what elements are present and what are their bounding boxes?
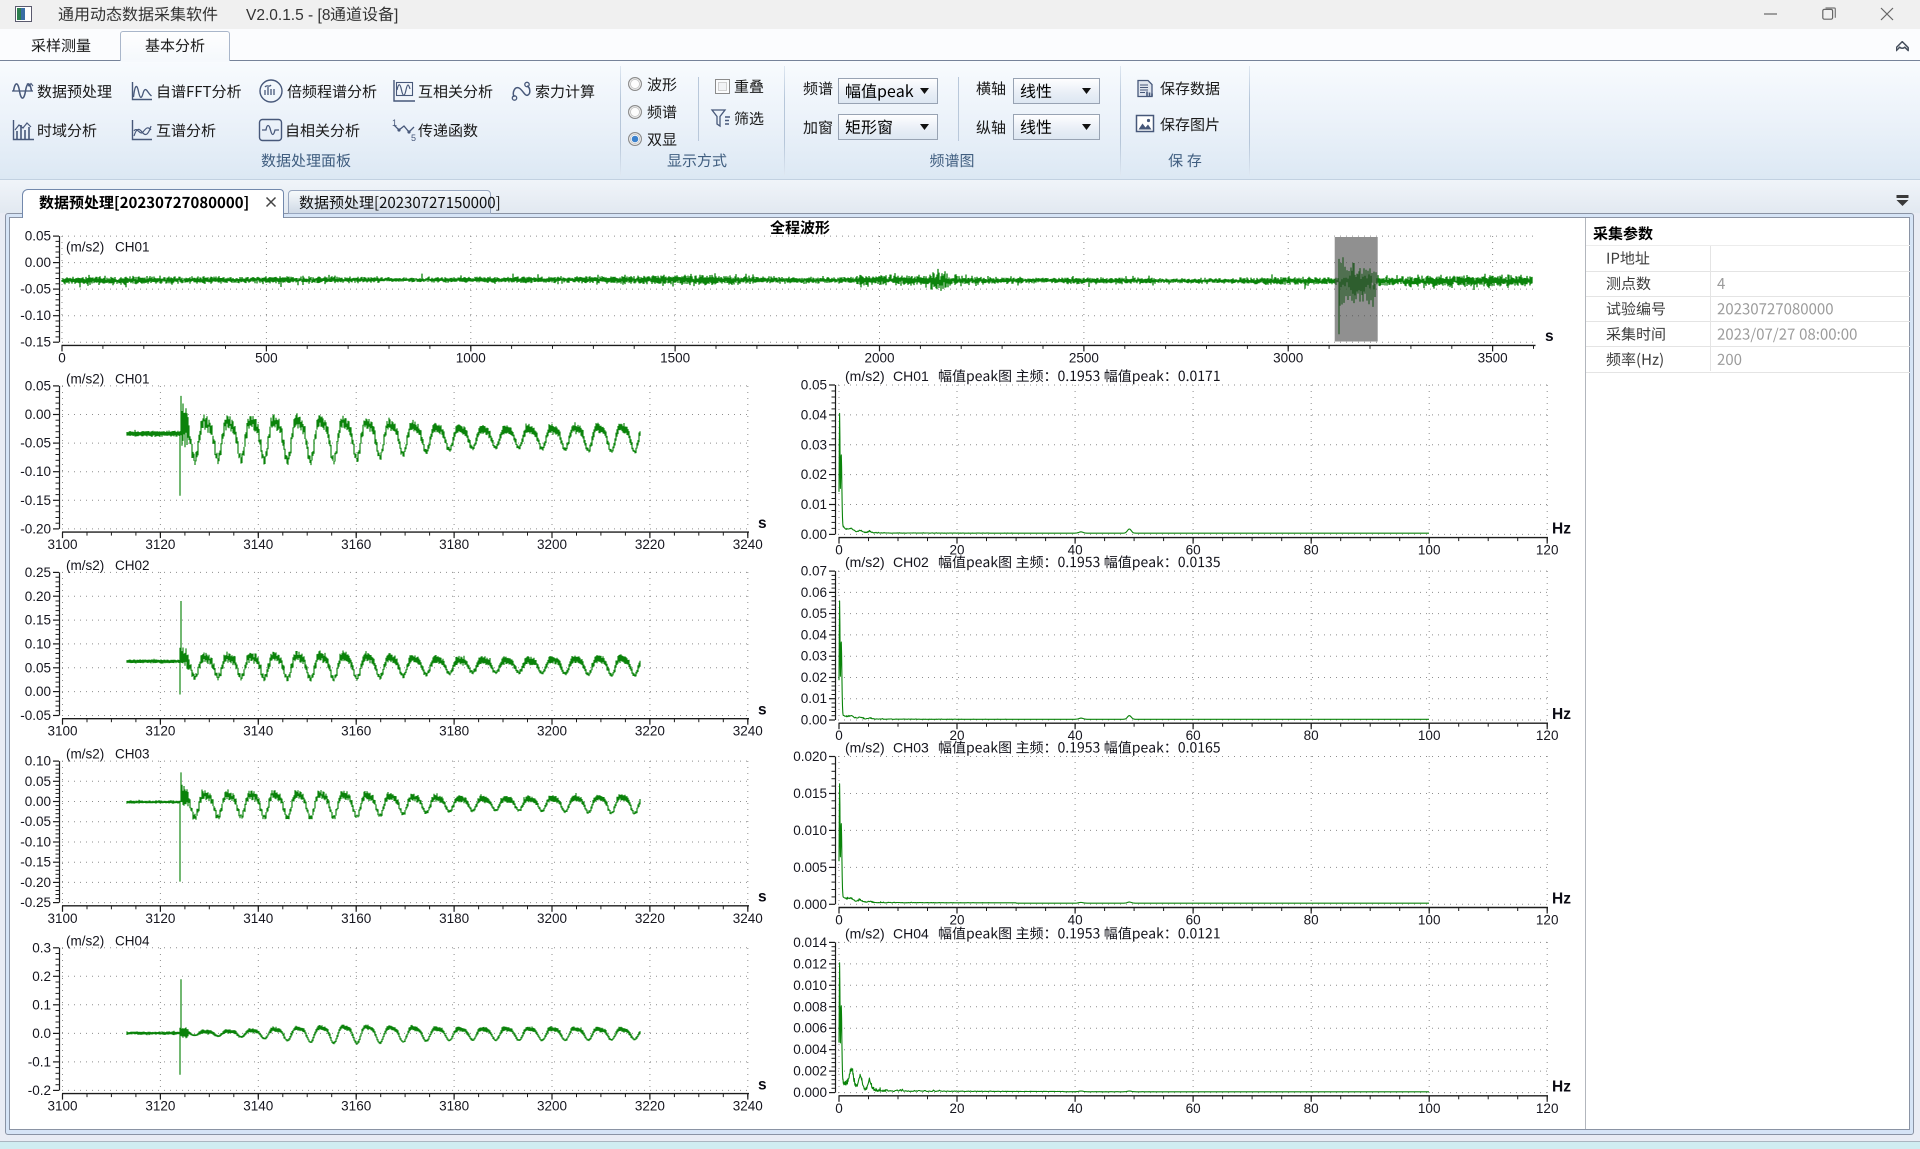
svg-text:5: 5: [411, 133, 416, 142]
svg-text:1: 1: [392, 118, 397, 128]
